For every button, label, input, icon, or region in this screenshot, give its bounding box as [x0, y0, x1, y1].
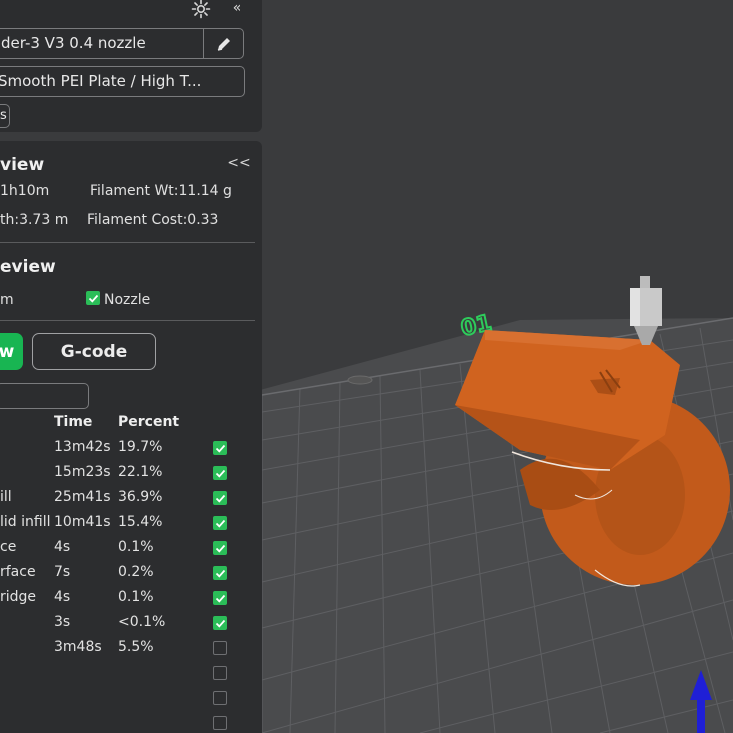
- table-row: 15m23s 22.1%: [0, 461, 262, 486]
- feature-time: 7s: [54, 564, 71, 580]
- feature-percent: 0.1%: [118, 539, 154, 555]
- divider: [0, 242, 255, 243]
- divider: [0, 320, 255, 321]
- printer-select[interactable]: der-3 V3 0.4 nozzle: [0, 28, 244, 59]
- feature-visibility-checkbox[interactable]: [213, 691, 227, 705]
- collapse-summary-button[interactable]: <<: [227, 154, 251, 172]
- collapse-icon: <<: [227, 155, 251, 171]
- printer-settings-card: « der-3 V3 0.4 nozzle Smooth PEI Plate /…: [0, 0, 262, 132]
- table-row: 3m48s 5.5%: [0, 636, 262, 661]
- tab-view[interactable]: w: [0, 333, 23, 370]
- print-time: 1h10m: [0, 183, 50, 199]
- table-row: lid infill 10m41s 15.4%: [0, 511, 262, 536]
- table-row: rface 7s 0.2%: [0, 561, 262, 586]
- gear-icon: [191, 0, 211, 19]
- filament-cost: Filament Cost:0.33: [87, 212, 219, 228]
- plate-type-value: Smooth PEI Plate / High T...: [0, 72, 202, 90]
- check-icon: [88, 294, 98, 303]
- table-row: 3s <0.1%: [0, 611, 262, 636]
- sidebar-panel: « der-3 V3 0.4 nozzle Smooth PEI Plate /…: [0, 0, 262, 733]
- feature-time: 15m23s: [54, 464, 111, 480]
- table-row: ill 25m41s 36.9%: [0, 486, 262, 511]
- feature-percent: 0.1%: [118, 589, 154, 605]
- summary-title: view: [0, 155, 45, 175]
- feature-time: 10m41s: [54, 514, 111, 530]
- pencil-icon: [217, 37, 230, 51]
- nozzle-checkbox[interactable]: [86, 291, 100, 305]
- feature-percent: 22.1%: [118, 464, 163, 480]
- column-header-time: Time: [54, 414, 93, 430]
- feature-percent: 5.5%: [118, 639, 154, 655]
- plate-clip: [347, 375, 373, 385]
- table-row: [0, 711, 262, 733]
- column-header-percent: Percent: [118, 414, 180, 430]
- feature-visibility-checkbox[interactable]: [213, 641, 227, 655]
- feature-name: lid infill: [0, 514, 51, 530]
- feature-name: rface: [0, 564, 36, 580]
- feature-visibility-checkbox[interactable]: [213, 516, 227, 530]
- feature-percent: 0.2%: [118, 564, 154, 580]
- feature-name: ce: [0, 539, 17, 555]
- feature-time: 4s: [54, 589, 71, 605]
- filament-weight: Filament Wt:11.14 g: [90, 183, 232, 199]
- feature-visibility-checkbox[interactable]: [213, 616, 227, 630]
- feature-visibility-checkbox[interactable]: [213, 491, 227, 505]
- feature-visibility-checkbox[interactable]: [213, 666, 227, 680]
- legend-type-select[interactable]: [0, 383, 89, 409]
- feature-time: 25m41s: [54, 489, 111, 505]
- feature-percent: 15.4%: [118, 514, 163, 530]
- filament-length: th:3.73 m: [0, 212, 69, 228]
- feature-name: ill: [0, 489, 12, 505]
- tab-gcode[interactable]: G-code: [32, 333, 156, 370]
- settings-button[interactable]: [189, 0, 213, 21]
- table-row: ce 4s 0.1%: [0, 536, 262, 561]
- table-row: ridge 4s 0.1%: [0, 586, 262, 611]
- nozzle-label: Nozzle: [104, 292, 151, 308]
- feature-time: 3m48s: [54, 639, 102, 655]
- edit-printer-button[interactable]: [205, 29, 243, 58]
- feature-percent: <0.1%: [118, 614, 166, 630]
- feature-name: ridge: [0, 589, 37, 605]
- feature-visibility-checkbox[interactable]: [213, 591, 227, 605]
- small-option-button[interactable]: s: [0, 104, 10, 128]
- feature-visibility-checkbox[interactable]: [213, 541, 227, 555]
- feature-visibility-checkbox[interactable]: [213, 566, 227, 580]
- feature-percent: 19.7%: [118, 439, 163, 455]
- feature-percent: 36.9%: [118, 489, 163, 505]
- feature-visibility-checkbox[interactable]: [213, 716, 227, 730]
- preview-title: eview: [0, 257, 56, 277]
- small-option-label: s: [0, 108, 7, 123]
- feature-visibility-checkbox[interactable]: [213, 466, 227, 480]
- table-row: 13m42s 19.7%: [0, 436, 262, 461]
- collapse-sidebar-button[interactable]: «: [228, 0, 246, 18]
- table-row: [0, 686, 262, 711]
- feature-time: 3s: [54, 614, 71, 630]
- table-row: [0, 661, 262, 686]
- feature-visibility-checkbox[interactable]: [213, 441, 227, 455]
- double-chevron-left-icon: «: [232, 0, 242, 16]
- plate-type-select[interactable]: Smooth PEI Plate / High T...: [0, 66, 245, 97]
- printer-name: der-3 V3 0.4 nozzle: [1, 34, 146, 52]
- feature-time: 13m42s: [54, 439, 111, 455]
- preview-option-left: m: [0, 292, 14, 308]
- feature-time: 4s: [54, 539, 71, 555]
